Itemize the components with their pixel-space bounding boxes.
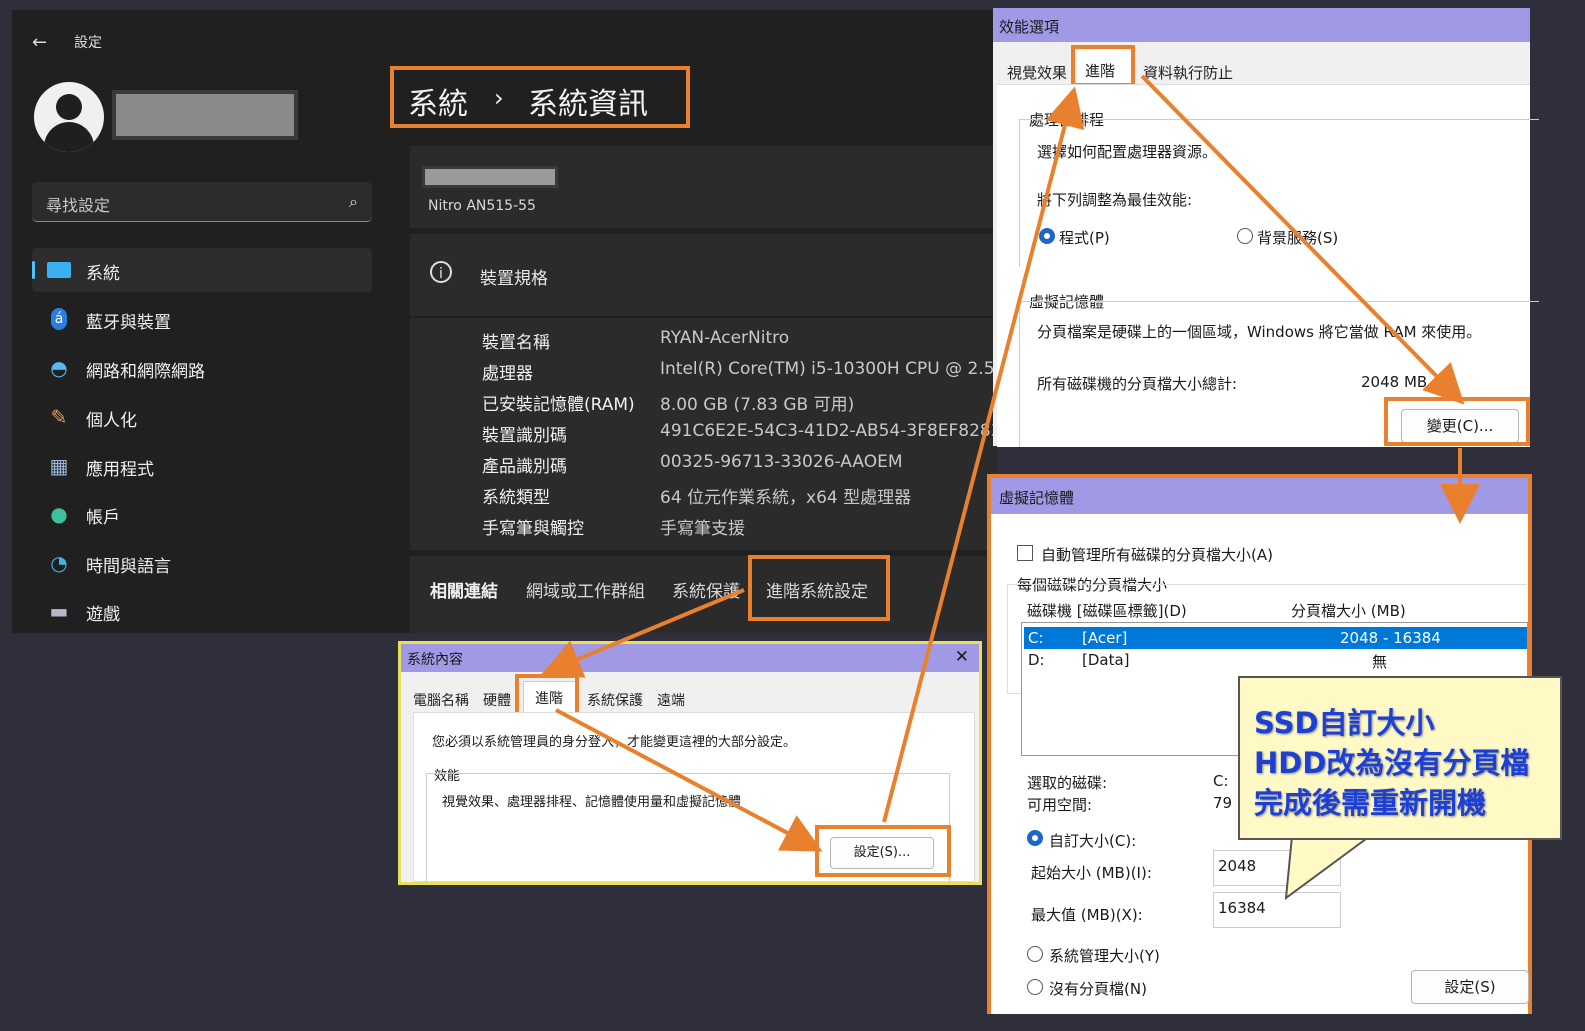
annotation-arrows: [540, 74, 1480, 901]
callout-note: SSD自訂大小 HDD改為沒有分頁檔 完成後需重新開機: [1238, 676, 1562, 840]
arrow-to-settings-button: [555, 708, 823, 852]
arrow-to-change-button: [1140, 74, 1465, 405]
arrow-to-perf-advanced-tab: [882, 86, 1085, 823]
callout-line-2: HDD改為沒有分頁檔: [1254, 746, 1530, 780]
callout-line-1: SSD自訂大小: [1254, 706, 1435, 740]
callout-pointer: [1284, 835, 1374, 901]
callout-line-3: 完成後需重新開機: [1254, 786, 1487, 820]
arrow-to-advanced-tab: [540, 588, 745, 678]
